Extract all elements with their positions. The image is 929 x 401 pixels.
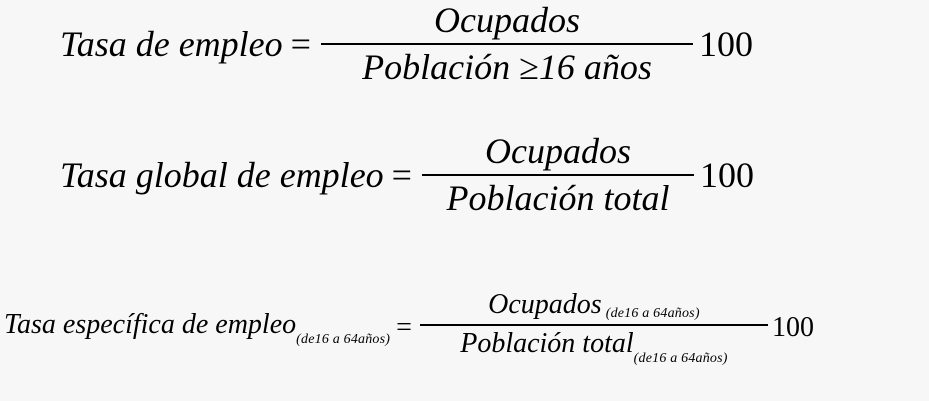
multiplier: 100 <box>699 155 754 195</box>
fraction-numerator: Ocupados (de16 a 64años) <box>488 289 700 322</box>
fraction: Ocupados Población ≥16 años <box>320 0 693 88</box>
fraction-denominator: Población total(de16 a 64años) <box>460 328 727 367</box>
fraction-bar <box>421 174 694 176</box>
fraction-bar <box>320 43 693 45</box>
numerator-text: Ocupados <box>488 288 602 320</box>
formula-canvas: Tasa de empleo = Ocupados Población ≥16 … <box>0 0 929 401</box>
fraction-numerator: Ocupados <box>484 130 631 171</box>
equals-sign: = <box>391 155 412 195</box>
fraction: Ocupados Población total <box>421 130 694 220</box>
denominator-text: Población total <box>460 328 634 359</box>
formula-lhs: Tasa específica de empleo(de16 a 64años) <box>4 309 390 348</box>
numerator-subscript: (de16 a 64años) <box>605 305 700 321</box>
global-employment-rate-formula: Tasa global de empleo = Ocupados Poblaci… <box>60 130 754 220</box>
denominator-subscript: (de16 a 64años) <box>633 351 728 366</box>
employment-rate-formula: Tasa de empleo = Ocupados Población ≥16 … <box>60 0 753 88</box>
fraction-bar <box>419 324 768 326</box>
equals-sign: = <box>396 312 412 343</box>
lhs-text: Tasa específica de empleo <box>4 308 297 340</box>
greater-equal-sign: ≥ <box>519 47 539 87</box>
multiplier: 100 <box>771 312 814 343</box>
fraction-numerator: Ocupados <box>433 0 580 40</box>
multiplier: 100 <box>698 24 753 64</box>
denominator-tail: 16 años <box>538 47 652 87</box>
fraction-denominator: Población total <box>446 178 670 218</box>
lhs-subscript: (de16 a 64años) <box>296 331 391 347</box>
fraction-denominator: Población ≥16 años <box>362 47 652 88</box>
equals-sign: = <box>290 24 311 64</box>
fraction: Ocupados (de16 a 64años) Población total(… <box>419 289 768 367</box>
formula-lhs: Tasa global de empleo <box>60 155 384 195</box>
specific-employment-rate-formula: Tasa específica de empleo(de16 a 64años)… <box>4 282 814 374</box>
formula-lhs: Tasa de empleo <box>60 24 283 64</box>
denominator-main: Población <box>362 47 511 87</box>
